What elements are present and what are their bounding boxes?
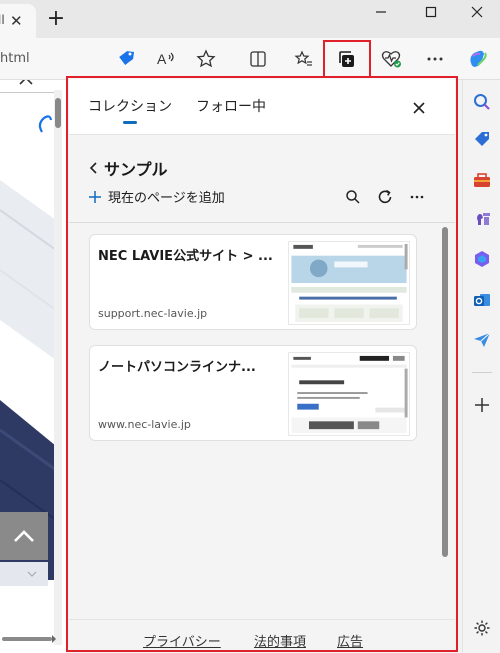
copilot-icon[interactable] [466, 47, 490, 71]
coupon-icon[interactable] [114, 47, 138, 71]
shopping-tag-icon [475, 132, 489, 146]
scroll-to-top-button[interactable] [0, 512, 48, 560]
gear-icon [474, 620, 490, 636]
window-close-button[interactable] [462, 6, 492, 28]
sidebar-tools-button[interactable] [470, 168, 494, 192]
browser-tab[interactable]: ll ✕ [0, 4, 36, 38]
toolbar: html A [0, 38, 500, 80]
favorite-star-icon[interactable] [194, 47, 218, 71]
maximize-button[interactable] [416, 6, 446, 28]
sidebar-microsoft365-button[interactable] [470, 247, 494, 271]
sidebar-send-button[interactable] [470, 328, 494, 352]
favorites-list-icon[interactable] [292, 47, 316, 71]
plus-icon [475, 398, 489, 412]
outlook-icon [474, 294, 490, 306]
new-tab-button[interactable]: + [44, 8, 68, 33]
sidebar-settings-button[interactable] [470, 616, 494, 640]
logo-mark-icon [38, 115, 53, 133]
window-close-icon [471, 6, 483, 18]
sidebar-search-button[interactable] [470, 90, 494, 114]
sidebar-divider [472, 372, 492, 373]
sidebar-shopping-button[interactable] [470, 128, 494, 152]
browser-essentials-icon[interactable] [380, 47, 404, 71]
more-menu-icon[interactable] [423, 47, 447, 71]
chevron-down-icon [27, 571, 37, 577]
sidebar-outlook-button[interactable] [470, 288, 494, 312]
split-screen-icon[interactable] [246, 47, 270, 71]
sidebar-add-button[interactable] [470, 393, 494, 417]
page-divider [0, 92, 56, 93]
minimize-icon [376, 11, 386, 13]
drop-send-icon [474, 332, 491, 347]
page-scrollbar[interactable] [54, 90, 62, 645]
panel-highlight [66, 76, 458, 652]
tab-title: ll [0, 13, 5, 27]
collections-highlight [323, 40, 371, 78]
read-aloud-icon[interactable]: A [155, 47, 179, 71]
minimize-button[interactable] [366, 6, 396, 28]
sidebar-games-button[interactable] [470, 206, 494, 230]
title-bar: ll ✕ + [0, 0, 500, 38]
chess-icon [477, 213, 490, 225]
toolbox-icon [474, 173, 490, 187]
chevron-up-icon [19, 80, 33, 85]
edge-sidebar [462, 80, 500, 653]
page-strip [0, 562, 48, 586]
chevron-up-white-icon [14, 530, 34, 542]
svg-text:A: A [157, 51, 167, 67]
horizontal-scrollbar[interactable] [2, 632, 58, 646]
sidebar-search-icon [474, 94, 490, 110]
web-page-content [0, 80, 66, 653]
microsoft365-icon [475, 251, 489, 267]
address-bar[interactable]: html [0, 51, 30, 66]
maximize-icon [425, 6, 437, 18]
close-tab-icon[interactable]: ✕ [10, 12, 23, 30]
